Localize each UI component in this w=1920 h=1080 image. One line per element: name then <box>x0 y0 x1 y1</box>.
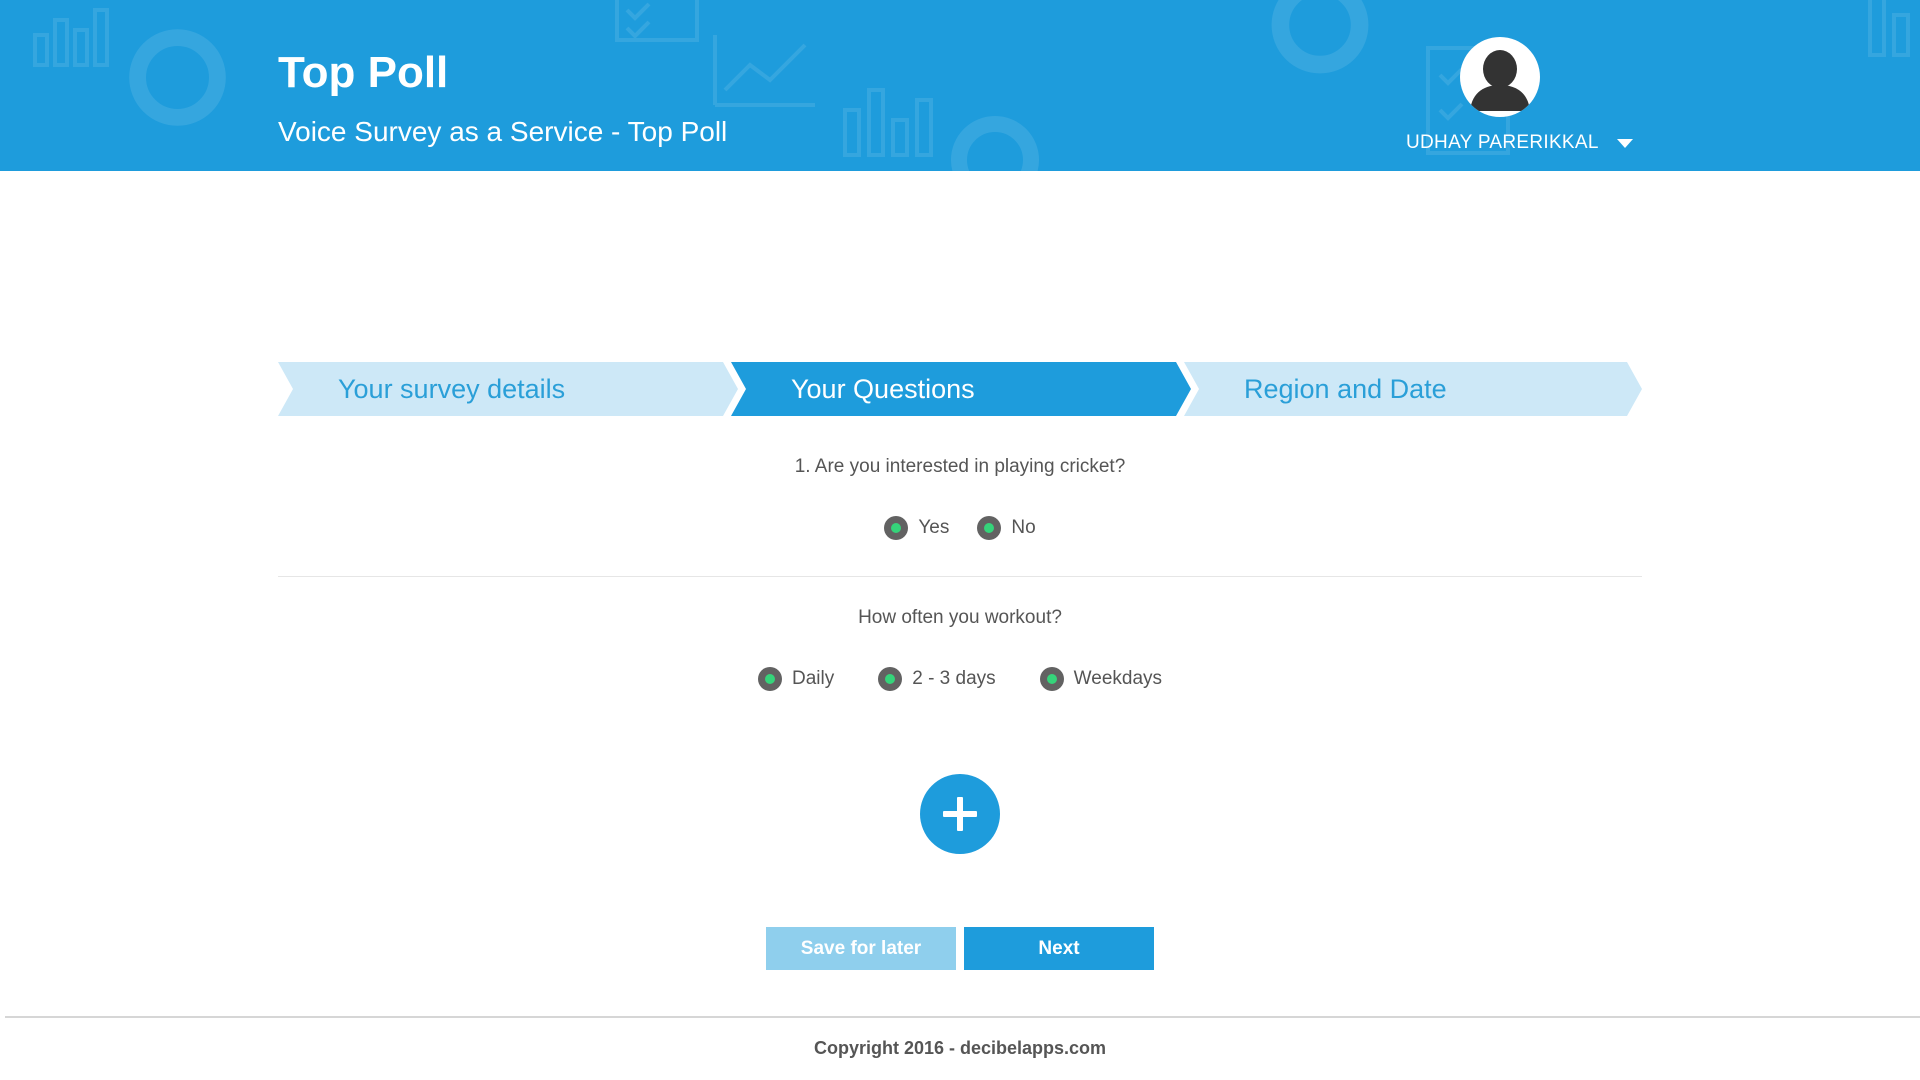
radio-option-2-3-days[interactable]: 2 - 3 days <box>878 667 996 691</box>
radio-selected-icon <box>757 667 782 691</box>
app-title: Top Poll <box>278 48 449 97</box>
app-header: Top Poll Voice Survey as a Service - Top… <box>0 0 1920 171</box>
step-survey-details[interactable]: Your survey details <box>278 362 738 416</box>
step-label: Your Questions <box>791 374 975 404</box>
bar-chart-icon <box>1868 0 1910 57</box>
step-label: Your survey details <box>338 374 566 404</box>
donut-chart-icon <box>129 29 226 126</box>
step-label: Region and Date <box>1244 374 1447 404</box>
question-text: 1. Are you interested in playing cricket… <box>794 456 1126 477</box>
add-question-button[interactable] <box>920 774 1000 854</box>
question-text: How often you workout? <box>858 607 1062 628</box>
donut-chart-icon <box>951 116 1039 171</box>
save-for-later-button[interactable]: Save for later <box>766 927 956 970</box>
option-label: Yes <box>918 517 950 538</box>
donut-chart-icon <box>1271 0 1369 74</box>
wizard-steps: Your survey details Your Questions Regio… <box>278 362 1642 416</box>
option-label: Daily <box>791 668 835 689</box>
radio-option-weekdays[interactable]: Weekdays <box>1039 667 1163 691</box>
step-your-questions[interactable]: Your Questions <box>731 362 1191 416</box>
radio-option-no[interactable]: No <box>977 516 1036 540</box>
step-region-and-date[interactable]: Region and Date <box>1184 362 1642 416</box>
question-divider <box>278 576 1642 577</box>
radio-option-yes[interactable]: Yes <box>884 516 949 540</box>
app-subtitle: Voice Survey as a Service - Top Poll <box>278 116 728 147</box>
radio-selected-icon <box>977 516 1002 540</box>
radio-selected-icon <box>878 667 903 691</box>
next-button[interactable]: Next <box>964 927 1154 970</box>
option-label: Weekdays <box>1073 668 1163 689</box>
question-options: Yes No <box>0 516 1920 540</box>
option-label: 2 - 3 days <box>912 668 996 689</box>
bar-chart-icon <box>33 8 109 67</box>
radio-selected-icon <box>884 516 909 540</box>
radio-option-daily[interactable]: Daily <box>757 667 835 691</box>
checklist-icon <box>615 0 699 42</box>
user-avatar-icon[interactable] <box>1460 37 1540 117</box>
caret-down-icon <box>1616 138 1633 148</box>
radio-selected-icon <box>1039 667 1064 691</box>
footer-copyright: Copyright 2016 - decibelapps.com <box>813 1038 1107 1058</box>
question-options: Daily 2 - 3 days Weekdays <box>0 667 1920 691</box>
user-menu[interactable]: UDHAY PARERIKKAL <box>1406 128 1633 158</box>
option-label: No <box>1011 517 1036 538</box>
bar-chart-icon <box>843 88 933 157</box>
footer-divider <box>5 1016 1920 1018</box>
line-chart-icon <box>713 35 815 107</box>
user-name: UDHAY PARERIKKAL <box>1406 132 1599 153</box>
